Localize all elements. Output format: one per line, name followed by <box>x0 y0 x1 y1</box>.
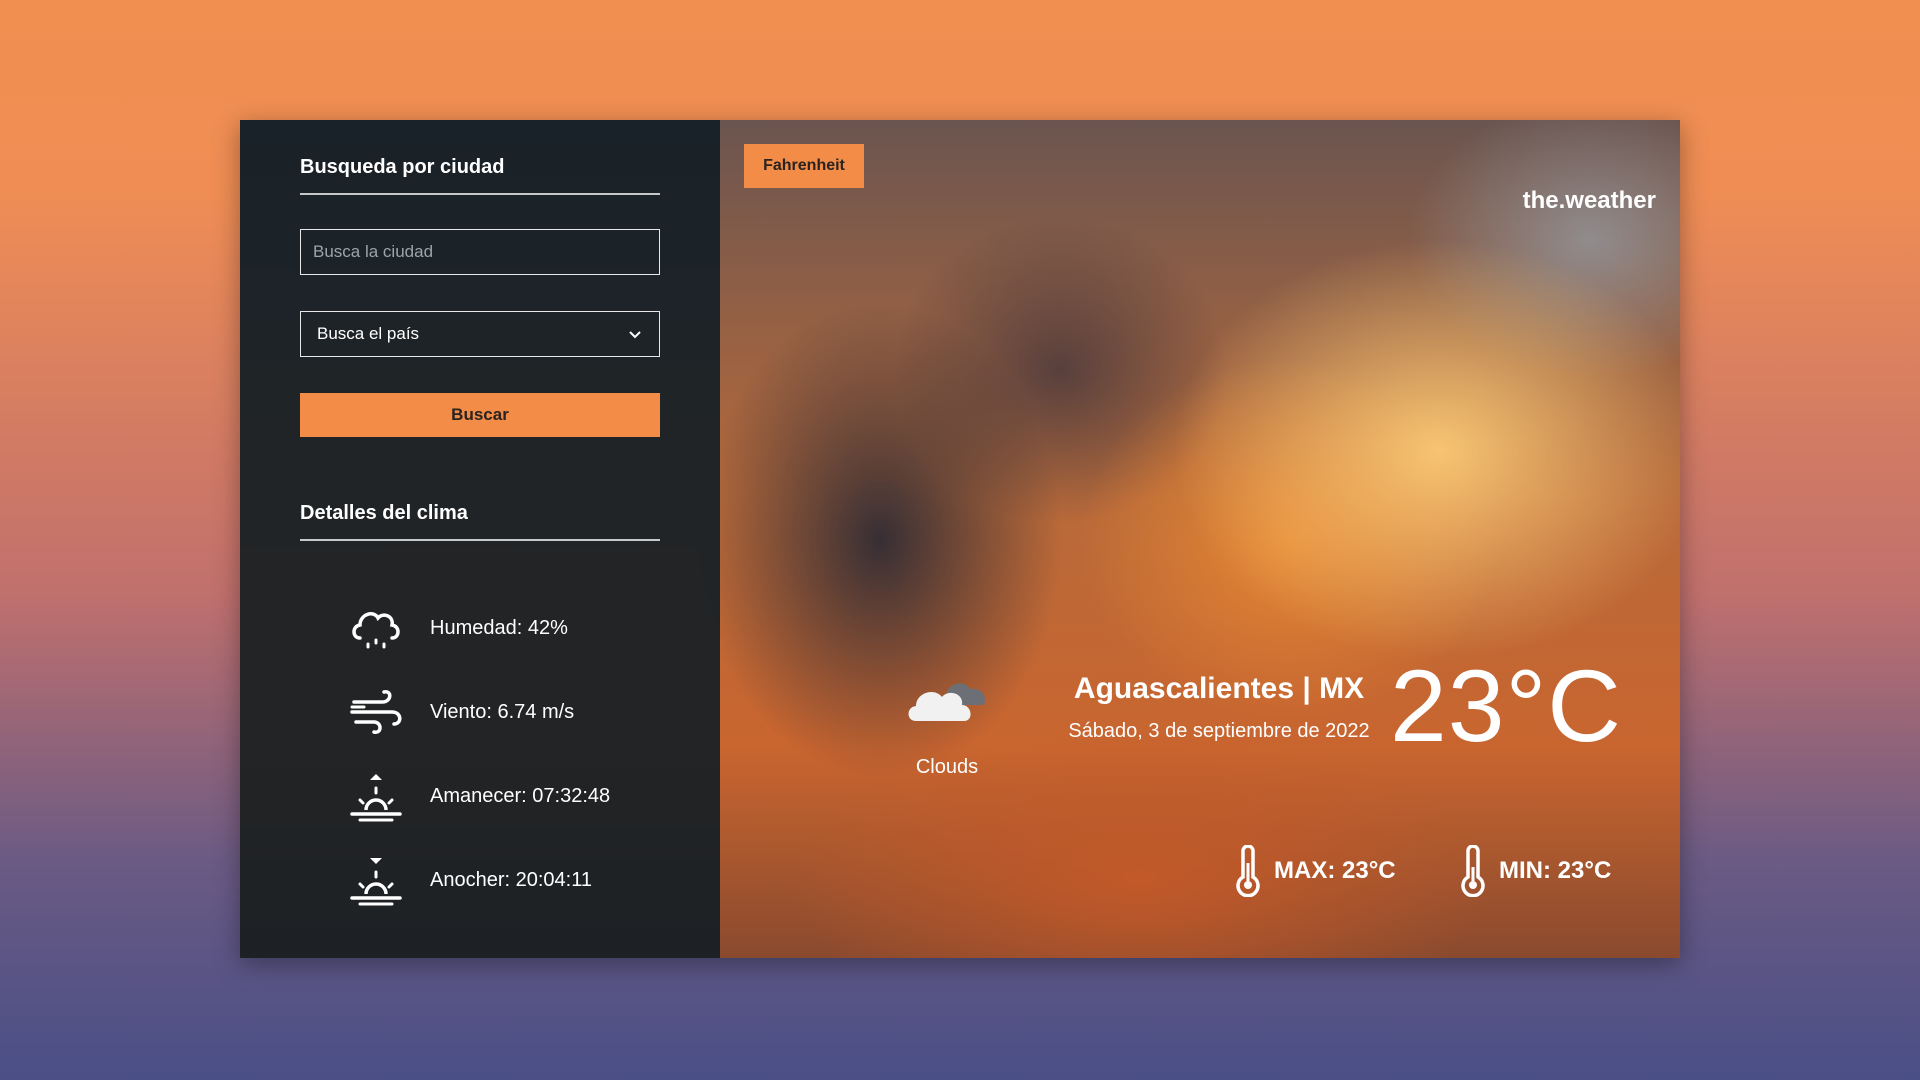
detail-sunset: Anocher: 20:04:11 <box>348 852 592 908</box>
detail-wind: Viento: 6.74 m/s <box>348 684 574 740</box>
weather-condition: Clouds <box>915 756 979 778</box>
current-temperature: 23°C <box>1390 649 1622 763</box>
city-search-input[interactable] <box>300 229 660 275</box>
brand-logo: the.weather <box>1522 187 1656 214</box>
country-select[interactable]: Busca el país <box>300 311 660 357</box>
clouds-icon <box>908 683 986 721</box>
wind-icon <box>348 684 404 740</box>
humidity-cloud-icon <box>348 600 404 656</box>
city-name: Aguascalientes | MX <box>1073 672 1365 705</box>
search-button[interactable]: Buscar <box>300 393 660 437</box>
humidity-text: Humedad: 42% <box>430 616 568 639</box>
max-temperature-text: MAX: 23°C <box>1274 857 1396 884</box>
min-temperature: MIN: 23°C <box>1453 845 1611 897</box>
sidebar: Busqueda por ciudad Busca el país Buscar… <box>240 120 720 958</box>
weather-card: Busqueda por ciudad Busca el país Buscar… <box>240 120 1680 958</box>
thermometer-icon <box>1461 845 1485 897</box>
sunset-text: Anocher: 20:04:11 <box>430 868 592 891</box>
min-temperature-text: MIN: 23°C <box>1499 857 1612 884</box>
details-section-title: Detalles del clima <box>300 502 660 541</box>
country-select-value: Busca el país <box>317 324 420 343</box>
max-temperature: MAX: 23°C <box>1228 845 1396 897</box>
sunrise-icon <box>348 768 404 824</box>
wind-text: Viento: 6.74 m/s <box>430 700 575 723</box>
chevron-down-icon <box>629 331 641 339</box>
thermometer-icon <box>1236 845 1260 897</box>
detail-humidity: Humedad: 42% <box>348 600 568 656</box>
current-date: Sábado, 3 de septiembre de 2022 <box>1068 720 1370 742</box>
sunset-icon <box>348 852 404 908</box>
fahrenheit-toggle-button[interactable]: Fahrenheit <box>744 144 864 188</box>
sunrise-text: Amanecer: 07:32:48 <box>430 784 611 807</box>
detail-sunrise: Amanecer: 07:32:48 <box>348 768 610 824</box>
search-section-title: Busqueda por ciudad <box>300 156 660 195</box>
